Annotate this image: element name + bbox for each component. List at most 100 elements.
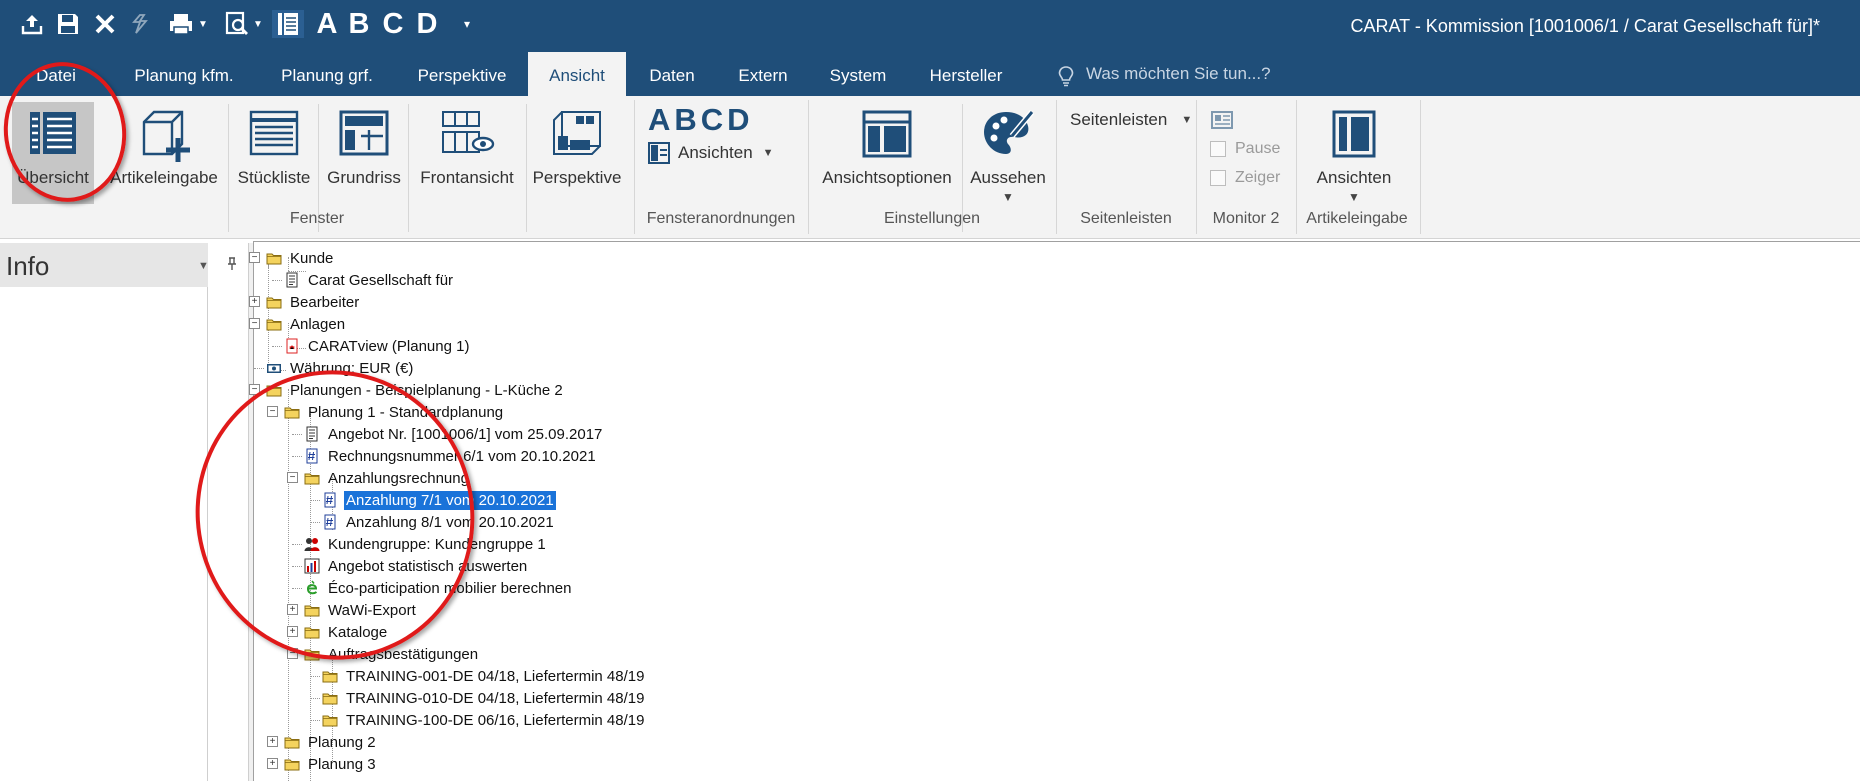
- perspektive-label: Perspektive: [532, 168, 622, 187]
- lightbulb-icon: [1058, 66, 1074, 87]
- layout-a-button[interactable]: A: [314, 10, 340, 39]
- palette-icon: [982, 108, 1035, 163]
- expand-icon[interactable]: +: [287, 604, 298, 615]
- collapse-icon[interactable]: −: [267, 406, 278, 417]
- tree-node[interactable]: Kundengruppe: Kundengruppe 1: [304, 534, 548, 554]
- artikeleingabe-button[interactable]: Artikeleingabe: [104, 102, 224, 204]
- tree-node[interactable]: Planungen - Beispielplanung - L-Küche 2: [266, 380, 565, 400]
- tree-guide: [310, 522, 320, 523]
- collapse-icon[interactable]: −: [249, 252, 260, 263]
- layout-b-button[interactable]: B: [346, 10, 372, 39]
- pin-icon[interactable]: [226, 257, 238, 276]
- tab-planung-kfm[interactable]: Planung kfm.: [116, 52, 252, 96]
- folder-icon: [266, 250, 288, 266]
- ansichten-dropdown-label: Ansichten: [678, 143, 753, 162]
- layout-c-button[interactable]: C: [380, 10, 406, 39]
- print-icon[interactable]: ▼: [166, 10, 210, 38]
- undo-icon[interactable]: [128, 10, 152, 38]
- ansichtsoptionen-button[interactable]: Ansichtsoptionen: [816, 102, 958, 204]
- title-bar: ▼ ▼ A B C D ▾ CARAT - Kommission [100100…: [0, 0, 1860, 52]
- tab-daten[interactable]: Daten: [634, 52, 710, 96]
- expand-icon[interactable]: +: [287, 626, 298, 637]
- collapse-icon[interactable]: −: [287, 472, 298, 483]
- collapse-icon[interactable]: −: [249, 384, 260, 395]
- overview-icon[interactable]: [272, 10, 304, 38]
- tree-node[interactable]: Anzahlung 7/1 vom 20.10.2021: [322, 489, 557, 511]
- tree-node-label: Angebot statistisch auswerten: [328, 557, 528, 575]
- customize-quick-access-icon[interactable]: ▾: [460, 10, 474, 38]
- tree-guide: [310, 676, 320, 677]
- parts-list-icon: [249, 110, 299, 161]
- tab-datei[interactable]: Datei: [18, 52, 94, 96]
- tab-planung-grf[interactable]: Planung grf.: [266, 52, 388, 96]
- tree-node[interactable]: TRAINING-010-DE 04/18, Liefertermin 48/1…: [322, 688, 646, 708]
- statistics-icon: [304, 558, 326, 574]
- close-icon[interactable]: [92, 10, 118, 38]
- save-icon[interactable]: [54, 10, 82, 38]
- tree-node[interactable]: Planung 2: [284, 732, 378, 752]
- ubersicht-button[interactable]: Übersicht: [12, 102, 94, 204]
- tree-node[interactable]: Planung 3: [284, 754, 378, 774]
- stuckliste-button[interactable]: Stückliste: [234, 102, 314, 204]
- expand-icon[interactable]: +: [249, 296, 260, 307]
- tree-node[interactable]: TRAINING-100-DE 06/16, Liefertermin 48/1…: [322, 710, 646, 730]
- tree-node[interactable]: TRAINING-001-DE 04/18, Liefertermin 48/1…: [322, 666, 646, 686]
- tab-perspektive[interactable]: Perspektive: [402, 52, 522, 96]
- tree-node[interactable]: Angebot statistisch auswerten: [304, 556, 529, 576]
- tree-node[interactable]: Anzahlung 8/1 vom 20.10.2021: [322, 512, 556, 532]
- tree-node[interactable]: Anzahlungsrechnung: [304, 468, 471, 488]
- tree-node-label: Währung: EUR (€): [290, 359, 414, 377]
- tree-node[interactable]: Carat Gesellschaft für: [284, 270, 455, 290]
- tell-me-search[interactable]: Was möchten Sie tun...?: [1058, 52, 1271, 96]
- tree-guide: [254, 368, 264, 369]
- window-layout-icon: [648, 142, 670, 164]
- expand-icon[interactable]: +: [267, 736, 278, 747]
- monitor-icon[interactable]: [1210, 110, 1234, 135]
- tab-ansicht[interactable]: Ansicht: [528, 52, 626, 96]
- ansichten-button[interactable]: Ansichten ▼: [1304, 102, 1404, 204]
- frontansicht-label: Frontansicht: [420, 168, 514, 187]
- perspektive-button[interactable]: Perspektive: [532, 102, 622, 204]
- checkbox-box[interactable]: [1210, 170, 1226, 186]
- pause-checkbox[interactable]: Pause: [1210, 140, 1280, 158]
- tree-node[interactable]: Éco-participation mobilier berechnen: [304, 578, 573, 598]
- zeiger-checkbox[interactable]: Zeiger: [1210, 169, 1280, 187]
- collapse-icon[interactable]: −: [249, 318, 260, 329]
- tree-node[interactable]: WaWi-Export: [304, 600, 418, 620]
- frontansicht-button[interactable]: Frontansicht: [414, 102, 520, 204]
- checkbox-box[interactable]: [1210, 141, 1226, 157]
- tab-extern[interactable]: Extern: [722, 52, 804, 96]
- print-preview-icon[interactable]: ▼: [220, 10, 266, 38]
- tree-node-label: Carat Gesellschaft für: [308, 271, 454, 289]
- tree-node[interactable]: Angebot Nr. [1001006/1] vom 25.09.2017: [304, 424, 604, 444]
- tree-node[interactable]: Bearbeiter: [266, 292, 361, 312]
- tree-node[interactable]: Anlagen: [266, 314, 347, 334]
- tab-hersteller[interactable]: Hersteller: [918, 52, 1014, 96]
- tree-node[interactable]: Auftragsbestätigungen: [304, 644, 480, 664]
- tree-node-label: Planung 3: [308, 755, 376, 773]
- expand-icon[interactable]: +: [267, 758, 278, 769]
- tree-node[interactable]: CARATview (Planung 1): [284, 336, 471, 356]
- panel-menu-chevron-icon[interactable]: ▼: [198, 260, 209, 272]
- print-preview-dropdown-icon[interactable]: ▼: [253, 19, 263, 30]
- tree-node[interactable]: Rechnungsnummer 6/1 vom 20.10.2021: [304, 446, 598, 466]
- layout-d-button[interactable]: D: [414, 10, 440, 39]
- export-icon[interactable]: [18, 10, 46, 38]
- collapse-icon[interactable]: −: [287, 648, 298, 659]
- folder-icon: [322, 712, 344, 728]
- folder-icon: [284, 404, 306, 420]
- folder-icon: [304, 646, 326, 662]
- seitenleisten-dropdown[interactable]: Seitenleisten ▼: [1070, 110, 1192, 130]
- window-layout-letters[interactable]: ABCD: [648, 102, 754, 138]
- tree-guide: [272, 280, 282, 281]
- tab-system[interactable]: System: [816, 52, 900, 96]
- print-dropdown-icon[interactable]: ▼: [198, 19, 208, 30]
- tree-node[interactable]: Währung: EUR (€): [266, 358, 415, 378]
- tree-node[interactable]: Kunde: [266, 248, 335, 268]
- tree-node[interactable]: Kataloge: [304, 622, 389, 642]
- ansichten-dropdown[interactable]: Ansichten ▼: [648, 142, 774, 164]
- grundriss-button[interactable]: Grundriss: [324, 102, 404, 204]
- aussehen-button[interactable]: Aussehen ▼: [968, 102, 1048, 204]
- eco-icon: [304, 580, 326, 596]
- tree-node[interactable]: Planung 1 - Standardplanung: [284, 402, 505, 422]
